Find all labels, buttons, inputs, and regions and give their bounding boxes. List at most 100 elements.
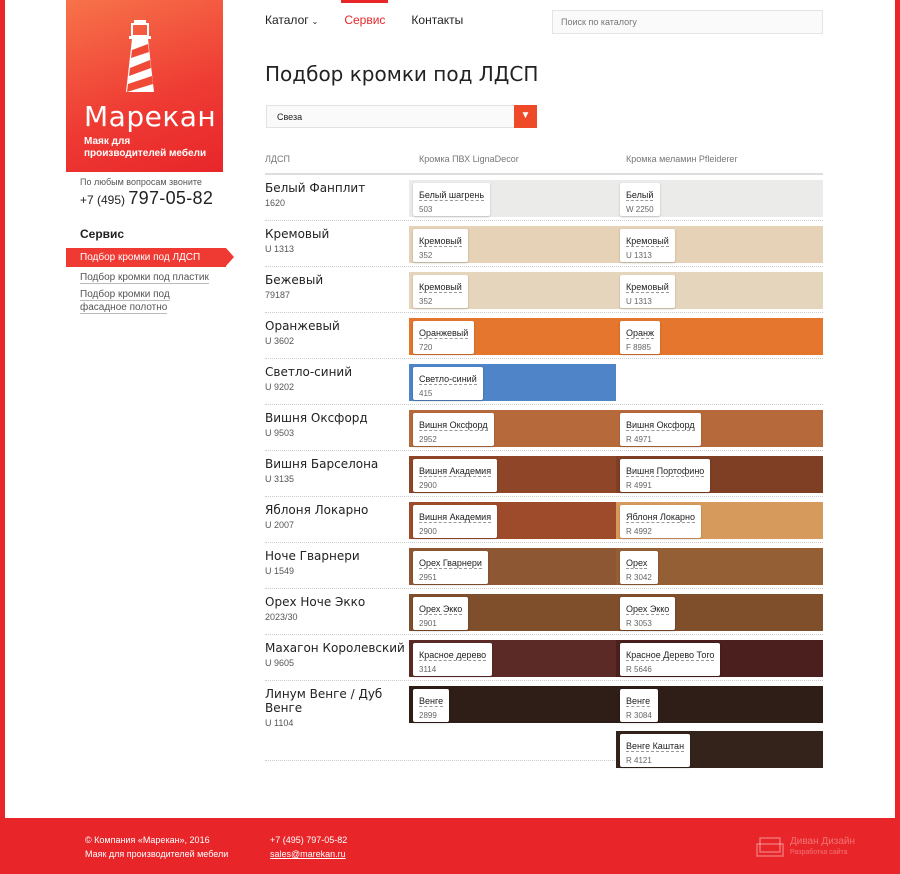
swatch-tag[interactable]: Орех Гварнери 2951: [413, 551, 488, 584]
swatch-label[interactable]: Белый: [626, 190, 654, 201]
swatch-tag[interactable]: Венге R 3084: [620, 689, 658, 722]
swatch-label[interactable]: Вишня Академия: [419, 512, 492, 523]
swatch-tag[interactable]: Яблоня Локарно R 4992: [620, 505, 701, 538]
swatch-tag[interactable]: Оранж F 8985: [620, 321, 661, 354]
pvc-edge-swatch[interactable]: Кремовый 352: [409, 272, 616, 309]
swatch-label[interactable]: Венге: [419, 696, 444, 707]
pvc-edge-swatch[interactable]: Белый шагрень 503: [409, 180, 616, 217]
footer-phone[interactable]: +7 (495) 797-05-82: [270, 833, 347, 847]
swatch-tag[interactable]: Белый шагрень 503: [413, 183, 491, 216]
manufacturer-select[interactable]: Свеза ▼: [266, 105, 537, 128]
nav-catalog[interactable]: Каталог ⌄: [265, 13, 318, 27]
swatch-label[interactable]: Оранж: [626, 328, 655, 339]
swatch-tag[interactable]: Венге 2899: [413, 689, 450, 722]
swatch-label[interactable]: Венге: [626, 696, 651, 707]
pvc-edge-swatch[interactable]: Вишня Академия 2900: [409, 456, 616, 493]
swatch-label[interactable]: Кремовый: [419, 236, 462, 247]
melamine-edge-swatch[interactable]: Вишня Оксфорд R 4971: [616, 410, 823, 447]
swatch-label[interactable]: Кремовый: [626, 236, 669, 247]
swatch-tag[interactable]: Кремовый U 1313: [620, 275, 675, 308]
melamine-edge-swatch[interactable]: Вишня Портофино R 4991: [616, 456, 823, 493]
melamine-edge-swatch[interactable]: Кремовый U 1313: [616, 226, 823, 263]
swatch-tag[interactable]: Венге Каштан R 4121: [620, 734, 691, 767]
pvc-edge-swatch[interactable]: Вишня Академия 2900: [409, 502, 616, 539]
swatch-label[interactable]: Вишня Портофино: [626, 466, 705, 477]
sidebar-item-plastic[interactable]: Подбор кромки под пластик: [66, 269, 226, 286]
swatch-label[interactable]: Орех: [626, 558, 648, 569]
melamine-edge-swatch[interactable]: Венге Каштан R 4121: [616, 731, 823, 768]
pvc-edge-swatch[interactable]: Светло-синий 415: [409, 364, 616, 401]
pvc-edge-swatch[interactable]: Красное дерево 3114: [409, 640, 616, 677]
pvc-edge-swatch[interactable]: Оранжевый 720: [409, 318, 616, 355]
swatch-label[interactable]: Красное Дерево Того: [626, 650, 715, 661]
search-input[interactable]: [552, 10, 823, 34]
pvc-edge-swatch[interactable]: Орех Экко 2901: [409, 594, 616, 631]
melamine-edge-swatch[interactable]: Оранж F 8985: [616, 318, 823, 355]
swatch-tag[interactable]: Орех Экко R 3053: [620, 597, 676, 630]
swatch-tag[interactable]: Красное дерево 3114: [413, 643, 493, 676]
swatch-tag[interactable]: Кремовый 352: [413, 275, 468, 308]
swatch-tag[interactable]: Вишня Академия 2900: [413, 459, 498, 492]
ldsp-title: Махагон Королевский: [265, 641, 405, 655]
melamine-edge-swatch[interactable]: Венге R 3084: [616, 686, 823, 723]
swatch-tag[interactable]: Красное Дерево Того R 5646: [620, 643, 721, 676]
swatch-tag[interactable]: Орех R 3042: [620, 551, 658, 584]
swatch-tag[interactable]: Вишня Портофино R 4991: [620, 459, 711, 492]
swatch-code: F 8985: [626, 343, 651, 352]
swatch-tag[interactable]: Вишня Оксфорд R 4971: [620, 413, 701, 446]
swatch-label[interactable]: Красное дерево: [419, 650, 487, 661]
chevron-down-icon[interactable]: ▼: [514, 105, 537, 128]
ldsp-title: Белый Фанплит: [265, 181, 366, 195]
swatch-tag[interactable]: Оранжевый 720: [413, 321, 475, 354]
swatch-tag[interactable]: Вишня Академия 2900: [413, 505, 498, 538]
pvc-edge-swatch[interactable]: Вишня Оксфорд 2952: [409, 410, 616, 447]
ldsp-title: Яблоня Локарно: [265, 503, 369, 517]
swatch-label[interactable]: Вишня Академия: [419, 466, 492, 477]
logo-block[interactable]: Марекан Маяк для производителей мебели: [66, 0, 223, 172]
pvc-edge-swatch[interactable]: Кремовый 352: [409, 226, 616, 263]
sidebar-item-ldsp[interactable]: Подбор кромки под ЛДСП: [66, 248, 234, 267]
swatch-label[interactable]: Яблоня Локарно: [626, 512, 695, 523]
melamine-edge-swatch[interactable]: Орех Экко R 3053: [616, 594, 823, 631]
swatch-tag[interactable]: Белый W 2250: [620, 183, 660, 216]
swatch-label[interactable]: Орех Гварнери: [419, 558, 482, 569]
swatch-code: 2900: [419, 481, 437, 490]
ldsp-code: U 1104: [265, 718, 294, 728]
swatch-label[interactable]: Орех Экко: [626, 604, 670, 615]
melamine-edge-swatch[interactable]: Кремовый U 1313: [616, 272, 823, 309]
developer-link[interactable]: Диван Дизайн Разработка сайта: [756, 836, 855, 857]
table-row: Ноче Гварнери U 1549 Орех Гварнери 2951 Орех…: [265, 543, 823, 589]
swatch-code: U 1313: [626, 297, 652, 306]
swatch-label[interactable]: Кремовый: [419, 282, 462, 293]
melamine-edge-swatch[interactable]: Орех R 3042: [616, 548, 823, 585]
melamine-edge-swatch[interactable]: Белый W 2250: [616, 180, 823, 217]
swatch-code: R 4971: [626, 435, 652, 444]
nav-service[interactable]: Сервис: [341, 0, 389, 27]
swatch-code: U 1313: [626, 251, 652, 260]
melamine-edge-swatch[interactable]: Красное Дерево Того R 5646: [616, 640, 823, 677]
ldsp-title: Кремовый: [265, 227, 330, 241]
swatch-label[interactable]: Белый шагрень: [419, 190, 485, 201]
swatch-tag[interactable]: Кремовый U 1313: [620, 229, 675, 262]
ldsp-code: 2023/30: [265, 612, 298, 622]
nav-contacts[interactable]: Контакты: [411, 13, 463, 27]
swatch-label[interactable]: Светло-синий: [419, 374, 477, 385]
swatch-code: R 5646: [626, 665, 652, 674]
pvc-edge-swatch[interactable]: Венге 2899: [409, 686, 616, 723]
swatch-tag[interactable]: Вишня Оксфорд 2952: [413, 413, 494, 446]
swatch-label[interactable]: Кремовый: [626, 282, 669, 293]
swatch-label[interactable]: Венге Каштан: [626, 741, 685, 752]
ldsp-name: Яблоня Локарно U 2007: [265, 503, 405, 532]
footer-email[interactable]: sales@marekan.ru: [270, 847, 347, 861]
pvc-edge-swatch[interactable]: Орех Гварнери 2951: [409, 548, 616, 585]
swatch-label[interactable]: Оранжевый: [419, 328, 469, 339]
swatch-label[interactable]: Вишня Оксфорд: [626, 420, 695, 431]
sidebar-item-facade[interactable]: Подбор кромки под фасадное полотно: [66, 286, 186, 316]
swatch-tag[interactable]: Кремовый 352: [413, 229, 468, 262]
swatch-tag[interactable]: Светло-синий 415: [413, 367, 483, 400]
swatch-tag[interactable]: Орех Экко 2901: [413, 597, 469, 630]
table-row: Кремовый U 1313 Кремовый 352 Кремовый U 1313: [265, 221, 823, 267]
melamine-edge-swatch[interactable]: Яблоня Локарно R 4992: [616, 502, 823, 539]
swatch-label[interactable]: Орех Экко: [419, 604, 463, 615]
swatch-label[interactable]: Вишня Оксфорд: [419, 420, 488, 431]
